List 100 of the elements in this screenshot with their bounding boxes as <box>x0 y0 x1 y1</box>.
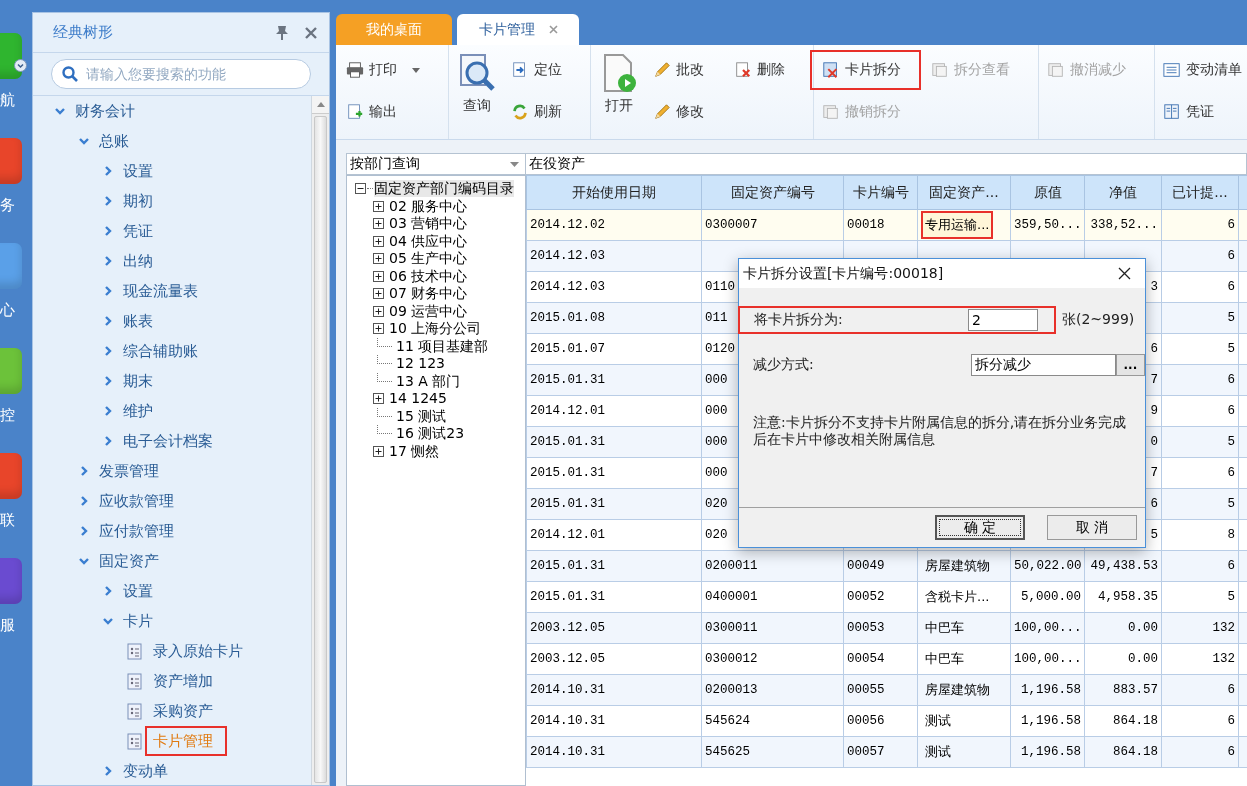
tree-item[interactable]: 账表 <box>115 306 167 336</box>
column-header[interactable]: 固定资产编号 <box>701 175 844 210</box>
toolbar-button[interactable]: 刷新 <box>499 92 582 132</box>
query-mode-dropdown[interactable]: 按部门查询 <box>346 153 526 175</box>
tree-item[interactable]: 04 供应中心 <box>389 232 468 250</box>
toolbar-button[interactable]: 输出 <box>336 92 417 132</box>
toolbar-button[interactable]: 修改 <box>641 92 724 132</box>
toolbar-button[interactable]: 打开 <box>595 51 643 117</box>
tree-item[interactable]: 固定资产 <box>91 546 173 576</box>
nav-label[interactable]: 控 <box>0 406 18 424</box>
chevron-right-icon[interactable] <box>79 496 89 506</box>
tree-item[interactable]: 应收款管理 <box>91 486 188 516</box>
chevron-right-icon[interactable] <box>103 406 113 416</box>
table-row[interactable]: 2014.10.31 545624 00056 测试 1,196.58 864.18 6 <box>526 705 1247 737</box>
tree-item[interactable]: 维护 <box>115 396 167 426</box>
expand-icon[interactable] <box>373 200 384 212</box>
up-arrow-icon[interactable] <box>316 102 325 107</box>
expand-icon[interactable] <box>373 270 384 282</box>
toolbar-button[interactable]: 删除 <box>722 50 805 90</box>
split-count-input[interactable]: 2 <box>968 309 1038 331</box>
chevron-right-icon[interactable] <box>103 316 113 326</box>
cancel-button[interactable]: 取 消 <box>1047 515 1137 540</box>
chevron-down-icon[interactable] <box>103 616 113 626</box>
tree-item[interactable]: 12 123 <box>396 355 445 373</box>
tree-item[interactable]: 06 技术中心 <box>389 267 468 285</box>
table-row[interactable]: 2003.12.05 0300011 00053 中巴车 100,00... 0.00 132 <box>526 612 1247 644</box>
column-header[interactable]: 卡片编号 <box>843 175 918 210</box>
scrollbar[interactable] <box>311 96 329 785</box>
tree-item[interactable]: 17 恻然 <box>389 442 440 460</box>
toolbar-button[interactable]: 变动清单 <box>1151 50 1247 90</box>
tree-item[interactable]: 综合辅助账 <box>115 336 212 366</box>
toolbar-button[interactable]: 查询 <box>453 51 501 117</box>
nav-label[interactable]: 服 <box>0 616 18 634</box>
tree-item[interactable]: 14 1245 <box>389 390 447 408</box>
tree-item[interactable]: 02 服务中心 <box>389 197 468 215</box>
column-header[interactable]: 已计提... <box>1161 175 1239 210</box>
column-header[interactable]: 原值 <box>1010 175 1085 210</box>
tree-item[interactable]: 总账 <box>91 126 143 156</box>
tree-item[interactable]: 变动单 <box>115 756 182 785</box>
expand-icon[interactable] <box>373 288 384 300</box>
chevron-right-icon[interactable] <box>103 256 113 266</box>
tree-item[interactable]: 出纳 <box>115 246 167 276</box>
status-field[interactable]: 在役资产 <box>526 153 1247 175</box>
toolbar-button[interactable]: 卡片拆分 <box>810 50 921 90</box>
chevron-down-icon[interactable] <box>79 556 89 566</box>
tree-item[interactable]: 应付款管理 <box>91 516 188 546</box>
tree-item[interactable]: 16 测试23 <box>396 425 465 443</box>
column-header[interactable]: 净值 <box>1084 175 1162 210</box>
chevron-right-icon[interactable] <box>103 766 113 776</box>
table-row[interactable]: 2014.10.31 0200013 00055 房屋建筑物 1,196.58 883.57 6 <box>526 674 1247 706</box>
tree-item[interactable]: 卡片 <box>115 606 167 636</box>
tree-item[interactable]: 电子会计档案 <box>115 426 227 456</box>
close-icon[interactable] <box>1118 267 1131 280</box>
chevron-right-icon[interactable] <box>103 436 113 446</box>
collapse-icon[interactable] <box>355 183 366 195</box>
tab[interactable]: 卡片管理 <box>457 14 579 45</box>
table-row[interactable]: 2015.01.31 0200011 00049 房屋建筑物 50,022.00 49,438.53 6 <box>526 550 1247 582</box>
search-field[interactable]: 请输入您要搜索的功能 <box>51 59 311 89</box>
tree-item[interactable]: 05 生产中心 <box>389 250 468 268</box>
tree-item[interactable]: 录入原始卡片 <box>145 636 257 666</box>
tree-item[interactable]: 财务会计 <box>67 96 149 126</box>
chevron-right-icon[interactable] <box>103 286 113 296</box>
tree-item[interactable]: 设置 <box>115 156 167 186</box>
chevron-right-icon[interactable] <box>103 586 113 596</box>
table-row[interactable]: 2003.12.05 0300012 00054 中巴车 100,00... 0.00 132 <box>526 643 1247 675</box>
pin-icon[interactable] <box>275 24 289 41</box>
chevron-right-icon[interactable] <box>103 346 113 356</box>
nav-label[interactable]: 联 <box>0 511 18 529</box>
tree-item[interactable]: 13 A 部门 <box>396 372 461 390</box>
chevron-down-icon[interactable] <box>55 106 65 116</box>
toolbar-button[interactable]: 定位 <box>499 50 582 90</box>
nav-label[interactable]: 心 <box>0 301 18 319</box>
column-header[interactable]: 开始使用日期 <box>526 175 702 210</box>
tree-item[interactable]: 10 上海分公司 <box>389 320 482 338</box>
tree-item[interactable]: 固定资产部门编码目录 <box>374 180 514 198</box>
chevron-right-icon[interactable] <box>103 226 113 236</box>
expand-icon[interactable] <box>373 393 384 405</box>
tree-item[interactable]: 15 测试 <box>396 407 447 425</box>
tree-item[interactable]: 07 财务中心 <box>389 285 468 303</box>
expand-icon[interactable] <box>373 235 384 247</box>
expand-icon[interactable] <box>373 323 384 335</box>
expand-icon[interactable] <box>373 253 384 265</box>
table-row[interactable]: 2014.12.02 0300007 00018 专用运输... 359,50... 338,52... 6 <box>526 209 1247 241</box>
chevron-right-icon[interactable] <box>103 376 113 386</box>
browse-button[interactable]: ... <box>1115 354 1145 376</box>
nav-label[interactable]: 务 <box>0 196 18 214</box>
ok-button[interactable]: 确 定 <box>935 515 1025 540</box>
expand-icon[interactable] <box>373 305 384 317</box>
tree-item[interactable]: 09 运营中心 <box>389 302 468 320</box>
tree-item[interactable]: 11 项目基建部 <box>396 337 489 355</box>
tree-item[interactable]: 凭证 <box>115 216 167 246</box>
toolbar-button[interactable]: 凭证 <box>1151 92 1234 132</box>
chevron-down-icon[interactable] <box>79 136 89 146</box>
toolbar-button[interactable]: 打印 <box>336 50 440 90</box>
column-header[interactable]: 固定资产... <box>917 175 1011 210</box>
tree-item[interactable]: 发票管理 <box>91 456 173 486</box>
toolbar-button[interactable]: 批改 <box>641 50 724 90</box>
tree-item[interactable]: 资产增加 <box>145 666 227 696</box>
table-row[interactable]: 2015.01.31 0400001 00052 含税卡片... 5,000.00 4,958.35 5 <box>526 581 1247 613</box>
chevron-right-icon[interactable] <box>103 166 113 176</box>
